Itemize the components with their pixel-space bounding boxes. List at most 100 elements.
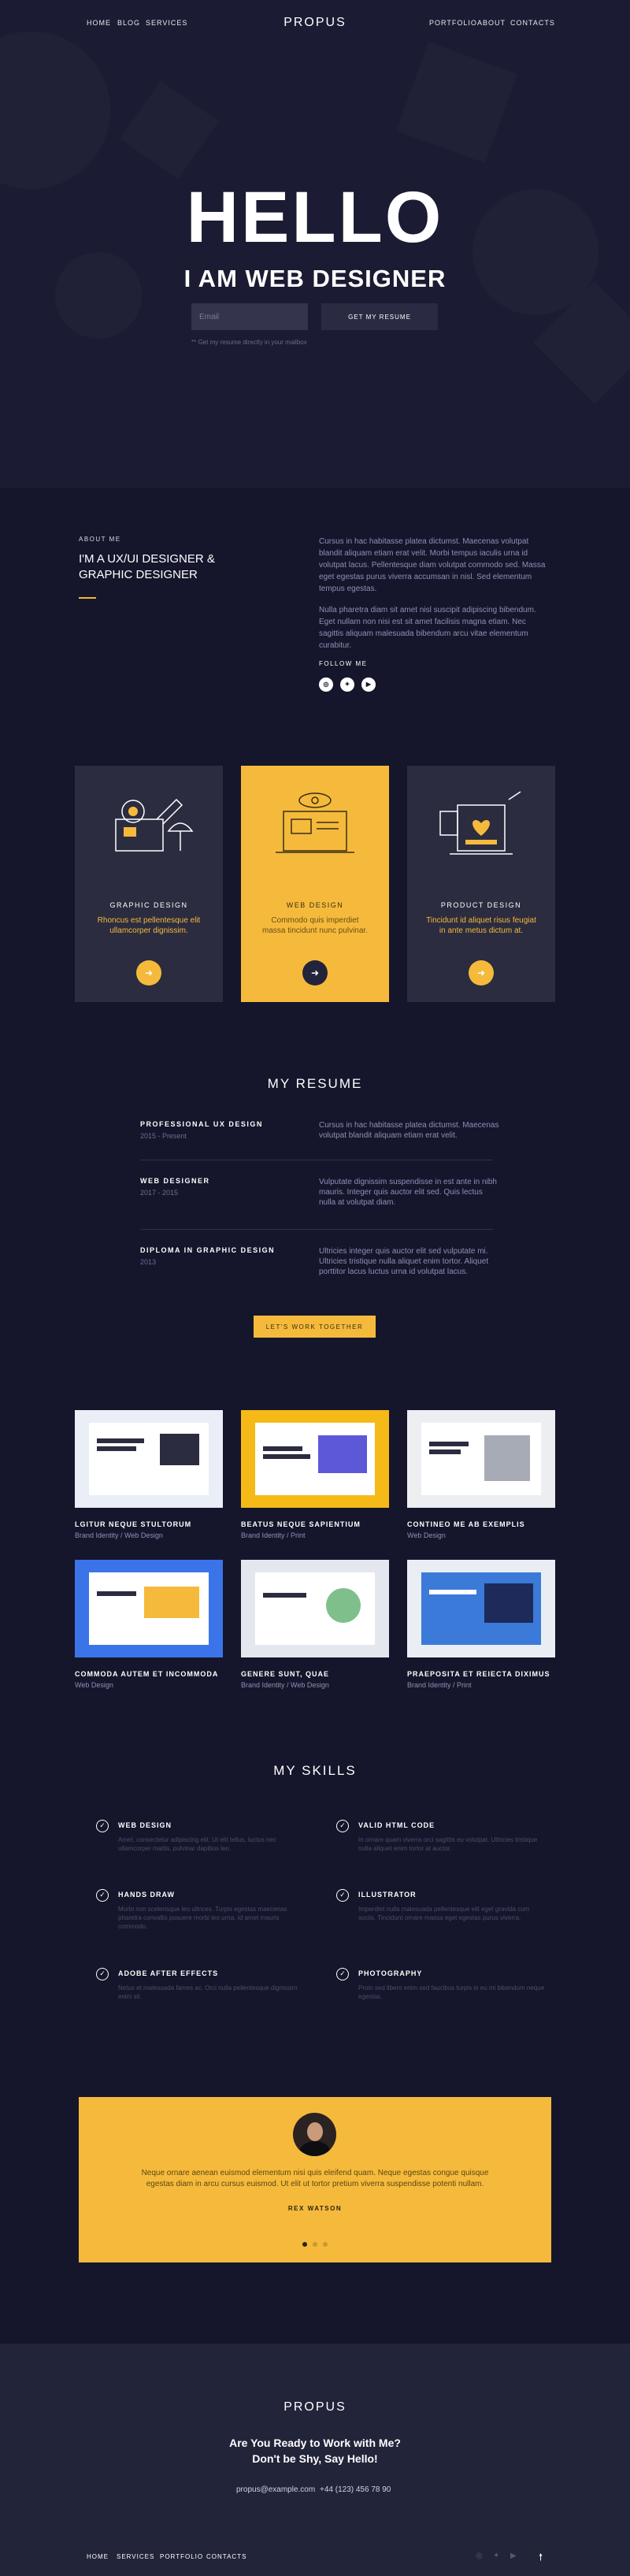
- web-design-illustration: [276, 792, 354, 853]
- portfolio-thumbnail[interactable]: [407, 1410, 555, 1508]
- footer-subheadline: Don't be Shy, Say Hello!: [252, 2452, 378, 2465]
- testimonial-section: Neque ornare aenean euismod elementum ni…: [79, 2097, 551, 2262]
- instagram-icon[interactable]: ◎: [476, 2552, 483, 2560]
- portfolio-item[interactable]: COMMODA AUTEM ET INCOMMODA Web Design: [75, 1560, 223, 1689]
- website-mockup: [89, 1423, 209, 1495]
- instagram-icon[interactable]: ◎: [319, 677, 333, 692]
- portfolio-item[interactable]: GENERE SUNT, QUAE Brand Identity / Web D…: [241, 1560, 389, 1689]
- about-title: I'M A UX/UI DESIGNER & GRAPHIC DESIGNER: [79, 552, 215, 581]
- resume-item-date: 2013: [140, 1258, 157, 1266]
- skill-desc: Netus et malesuada fames ac. Orci nulla …: [118, 1984, 298, 2000]
- follow-label: FOLLOW ME: [319, 660, 368, 667]
- footer-nav-portfolio[interactable]: PORTFOLIO: [160, 2553, 203, 2560]
- nav-about[interactable]: ABOUT: [477, 19, 506, 27]
- portfolio-title: LGITUR NEQUE STULTORUM: [75, 1520, 192, 1528]
- portfolio-category: Web Design: [75, 1681, 113, 1689]
- hero-section: HELLO I AM WEB DESIGNER GET MY RESUME **…: [0, 0, 630, 488]
- slider-dot[interactable]: [313, 2242, 317, 2247]
- footer-nav-contacts[interactable]: CONTACTS: [206, 2553, 246, 2560]
- portfolio-thumbnail[interactable]: [241, 1410, 389, 1508]
- portfolio-category: Brand Identity / Print: [241, 1531, 306, 1539]
- portfolio-title: GENERE SUNT, QUAE: [241, 1670, 330, 1678]
- portfolio-thumbnail[interactable]: [241, 1560, 389, 1657]
- service-card: WEB DESIGN Commodo quis imperdiet massa …: [241, 766, 389, 1002]
- hero-subtitle: I AM WEB DESIGNER: [183, 265, 447, 292]
- youtube-icon[interactable]: ▶: [510, 2552, 517, 2560]
- resume-item-date: 2015 - Present: [140, 1132, 187, 1140]
- check-icon: ✓: [96, 1889, 109, 1902]
- accent-divider: [79, 597, 96, 599]
- footer: PROPUS Are You Ready to Work with Me? Do…: [0, 2344, 630, 2576]
- portfolio-thumbnail[interactable]: [75, 1410, 223, 1508]
- get-resume-button[interactable]: GET MY RESUME: [321, 303, 438, 330]
- nav-home[interactable]: HOME: [87, 19, 111, 27]
- skills-title: MY SKILLS: [273, 1763, 357, 1778]
- resume-item-title: DIPLOMA IN GRAPHIC DESIGN: [140, 1246, 276, 1254]
- resume-item-desc: Ultricies integer quis auctor elit sed v…: [319, 1247, 489, 1276]
- portfolio-thumbnail[interactable]: [75, 1560, 223, 1657]
- arrow-up-icon[interactable]: 🠕: [539, 2550, 543, 2567]
- arrow-right-icon[interactable]: ➜: [136, 960, 161, 985]
- slider-dot[interactable]: [323, 2242, 328, 2247]
- divider: [140, 1229, 493, 1230]
- check-icon: ✓: [96, 1968, 109, 1980]
- arrow-right-icon[interactable]: ➜: [469, 960, 494, 985]
- check-icon: ✓: [96, 1820, 109, 1832]
- service-text: Commodo quis imperdiet massa tincidunt n…: [262, 916, 368, 935]
- footer-nav-home[interactable]: HOME: [87, 2553, 109, 2560]
- skill-title: WEB DESIGN: [118, 1821, 172, 1829]
- skill-title: ILLUSTRATOR: [358, 1891, 417, 1899]
- nav-contacts[interactable]: CONTACTS: [510, 19, 555, 27]
- about-paragraph: Cursus in hac habitasse platea dictumst.…: [319, 537, 546, 593]
- website-mockup: [255, 1423, 375, 1495]
- portfolio-category: Web Design: [407, 1531, 446, 1539]
- footer-headline: Are You Ready to Work with Me?: [229, 2437, 401, 2449]
- resume-item-date: 2017 - 2015: [140, 1189, 179, 1197]
- footer-logo[interactable]: PROPUS: [0, 2400, 630, 2415]
- service-card: GRAPHIC DESIGN Rhoncus est pellentesque …: [75, 766, 223, 1002]
- product-design-illustration: [439, 791, 521, 855]
- portfolio-thumbnail[interactable]: [407, 1560, 555, 1657]
- portfolio-item[interactable]: LGITUR NEQUE STULTORUM Brand Identity / …: [75, 1410, 223, 1539]
- footer-email[interactable]: propus@example.com: [236, 2485, 315, 2494]
- youtube-icon[interactable]: ▶: [361, 677, 376, 692]
- skill-desc: Amet, consectetur adipiscing elit. Ut el…: [118, 1836, 276, 1852]
- service-card: PRODUCT DESIGN Tincidunt id aliquet risu…: [407, 766, 555, 1002]
- skill-desc: Imperdiet nulla malesuada pellentesque e…: [358, 1906, 530, 1921]
- footer-nav-services[interactable]: SERVICES: [117, 2553, 154, 2560]
- arrow-right-icon[interactable]: ➜: [302, 960, 328, 985]
- website-mockup: [421, 1572, 541, 1645]
- portfolio-category: Brand Identity / Web Design: [75, 1531, 163, 1539]
- resume-item-desc: Cursus in hac habitasse platea dictumst.…: [319, 1121, 499, 1140]
- portfolio-item[interactable]: BEATUS NEQUE SAPIENTIUM Brand Identity /…: [241, 1410, 389, 1539]
- portfolio-item[interactable]: PRAEPOSITA ET REIECTA DIXIMUS Brand Iden…: [407, 1560, 555, 1689]
- portfolio-item[interactable]: CONTINEO ME AB EXEMPLIS Web Design: [407, 1410, 555, 1539]
- slider-dot[interactable]: [302, 2242, 307, 2247]
- skill-title: HANDS DRAW: [118, 1891, 175, 1899]
- about-paragraph: Nulla pharetra diam sit amet nisl suscip…: [319, 606, 536, 650]
- skill-title: VALID HTML CODE: [358, 1821, 435, 1829]
- check-icon: ✓: [336, 1889, 349, 1902]
- portfolio-category: Brand Identity / Web Design: [241, 1681, 329, 1689]
- testimonial-author: REX WATSON: [287, 2205, 343, 2212]
- twitter-icon[interactable]: ✦: [493, 2552, 499, 2560]
- footer-phone[interactable]: +44 (123) 456 78 90: [320, 2485, 391, 2494]
- twitter-icon[interactable]: ✦: [340, 677, 354, 692]
- about-label: ABOUT ME: [79, 536, 121, 543]
- nav-blog[interactable]: BLOG: [117, 19, 140, 27]
- skill-desc: Morbi non scelerisque leo ultrices. Turp…: [118, 1906, 287, 1930]
- portfolio-category: Brand Identity / Print: [407, 1681, 472, 1689]
- check-icon: ✓: [336, 1968, 349, 1980]
- work-together-button[interactable]: LET'S WORK TOGETHER: [254, 1316, 376, 1338]
- testimonial-text: Neque ornare aenean euismod elementum ni…: [141, 2169, 489, 2188]
- nav-portfolio[interactable]: PORTFOLIO: [429, 19, 477, 27]
- website-mockup: [255, 1572, 375, 1645]
- graphic-design-illustration: [115, 798, 194, 852]
- email-input[interactable]: [191, 303, 308, 330]
- service-title: WEB DESIGN: [286, 901, 344, 909]
- resume-item-desc: Vulputate dignissim suspendisse in est a…: [319, 1178, 497, 1207]
- service-text: Rhoncus est pellentesque elit ullamcorpe…: [97, 916, 201, 935]
- skill-title: PHOTOGRAPHY: [358, 1969, 423, 1977]
- nav-services[interactable]: SERVICES: [146, 19, 187, 27]
- portfolio-title: CONTINEO ME AB EXEMPLIS: [407, 1520, 525, 1528]
